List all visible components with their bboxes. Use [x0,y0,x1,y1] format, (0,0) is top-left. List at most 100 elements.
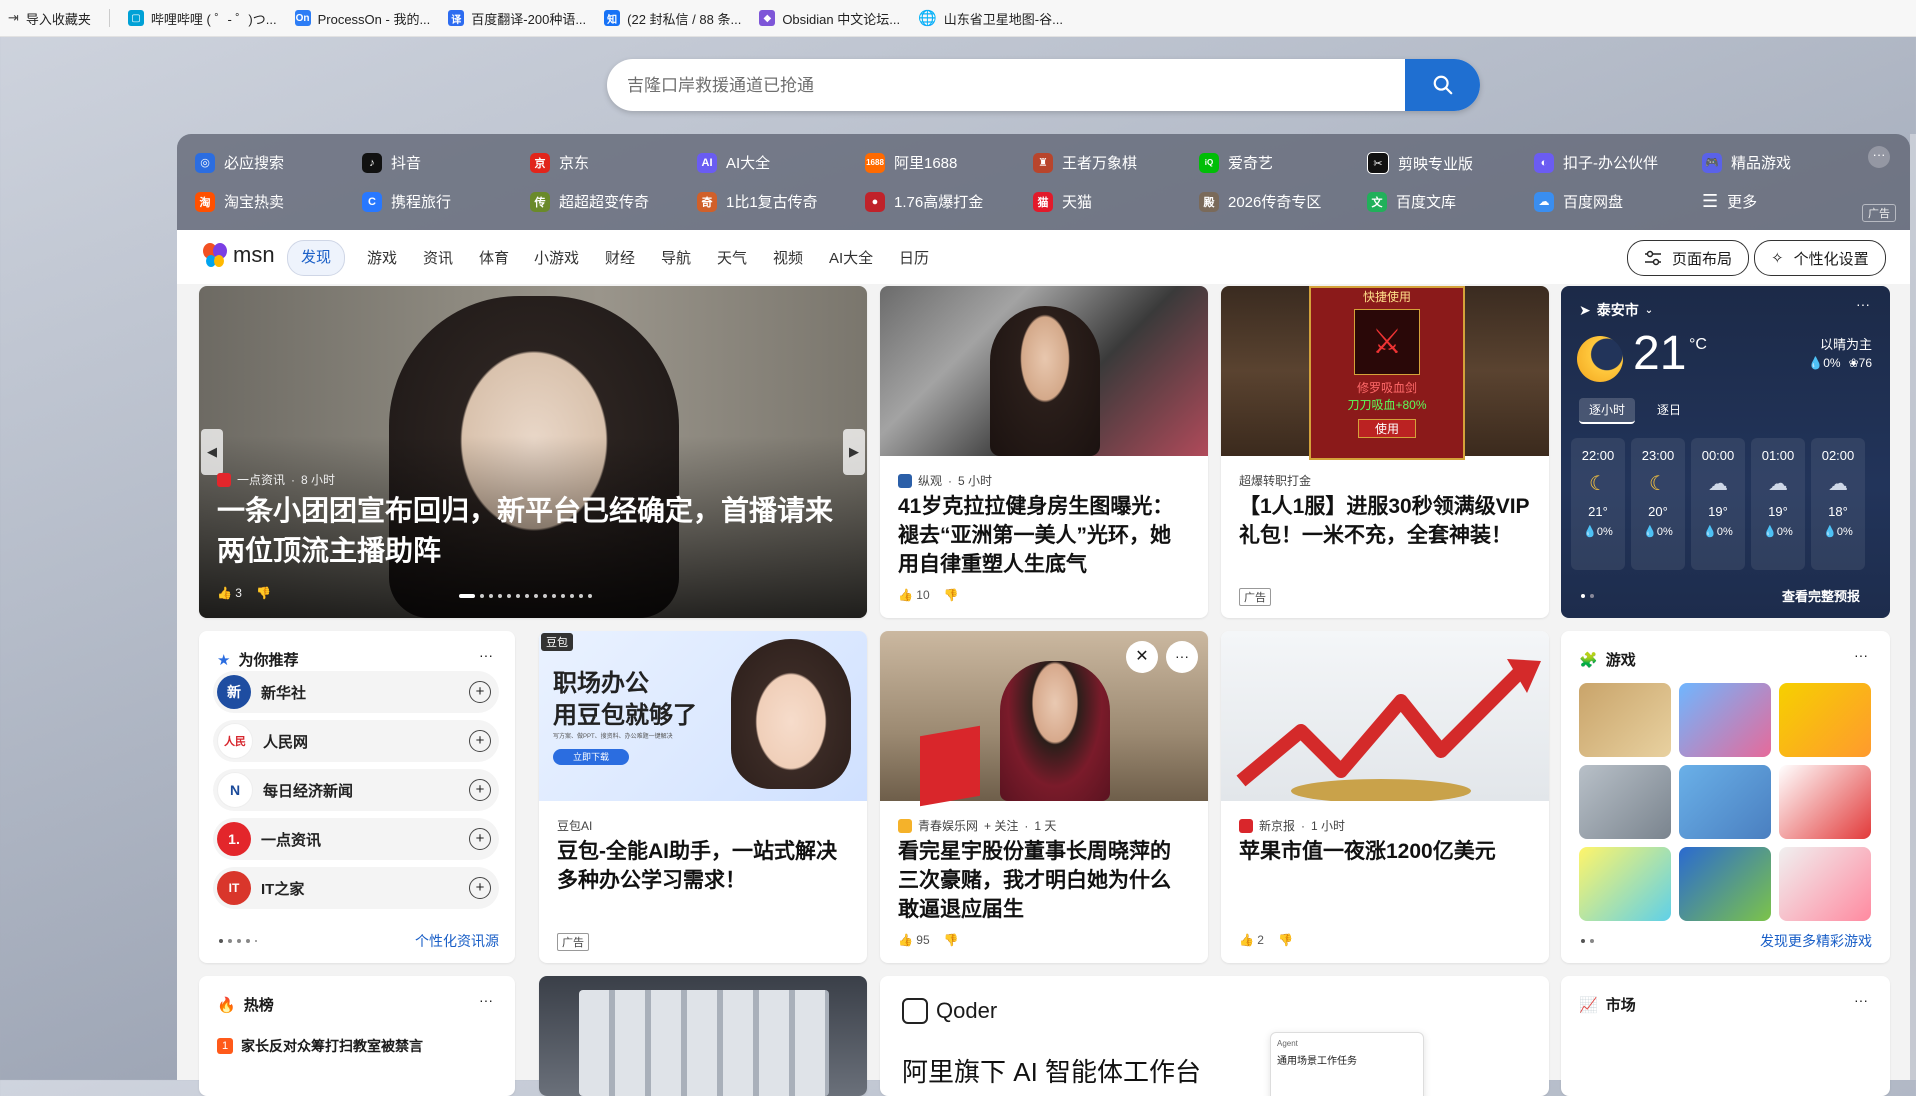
news-title[interactable]: 看完星宇股份董事长周晓萍的三次豪赌，我才明白她为什么敢逼退应届生 [898,837,1190,924]
page-layout-button[interactable]: 页面布局 [1627,240,1750,276]
like-button[interactable]: 👍 3 [217,586,242,600]
quick-link-tmall[interactable]: 猫天猫 [1033,191,1092,212]
tab-games[interactable]: 游戏 [367,247,397,268]
tab-sports[interactable]: 体育 [479,247,509,268]
games-more-button[interactable]: ··· [1854,647,1868,663]
news-card-partial[interactable] [539,976,867,1096]
quick-link-legend1[interactable]: 传超超超变传奇 [530,191,649,212]
game-tile-puzzle[interactable] [1779,683,1871,757]
tab-mini-games[interactable]: 小游戏 [534,247,579,268]
carousel-prev-button[interactable]: ◀ [201,429,223,475]
tab-video[interactable]: 视频 [773,247,803,268]
source-row-nbd[interactable]: N 每日经济新闻 + [213,769,499,811]
hot-more-button[interactable]: ··· [479,992,493,1008]
source-row-people[interactable]: 人民 人民网 + [213,720,499,762]
personalize-button[interactable]: ✧ 个性化设置 [1754,240,1886,276]
like-button[interactable]: 👍 10 [898,588,930,602]
follow-plus-button[interactable]: + [469,730,491,752]
tab-ai[interactable]: AI大全 [829,247,873,268]
tab-hourly[interactable]: 逐小时 [1579,398,1635,424]
game-tile-go[interactable] [1579,683,1671,757]
hero-title[interactable]: 一条小团团宣布回归，新平台已经确定，首播请来两位顶流主播助阵 [217,491,847,571]
doubao-ad-card[interactable]: 豆包 职场办公 用豆包就够了 写方案、做PPT、搜资料、办公难题一键解决 立即下… [539,631,867,963]
quick-link-legend3[interactable]: ● 1.76高爆打金 [865,191,983,212]
follow-plus-button[interactable]: + [469,779,491,801]
weather-location[interactable]: ➤ 泰安市 ⌄ [1579,300,1653,320]
source-row-xinhua[interactable]: 新新华社 + [213,671,499,713]
bookmark-bilibili[interactable]: ▢ 哔哩哔哩 ( ゜- ゜)つ... [127,9,277,28]
quick-link-coze[interactable]: ◐ 扣子-办公伙伴 [1534,152,1658,173]
dislike-button[interactable]: 👎 [256,586,271,600]
carousel-dot-active[interactable] [459,594,475,598]
tab-news[interactable]: 资讯 [423,247,453,268]
game-tile-toilet[interactable] [1779,847,1871,921]
news-card[interactable]: 新京报 · 1 小时 苹果市值一夜涨1200亿美元 👍 2 👎 [1221,631,1549,963]
tab-navigation[interactable]: 导航 [661,247,691,268]
hot-item[interactable]: 1 家长反对众筹打扫教室被禁言 [217,1036,423,1056]
like-button[interactable]: 👍 95 [898,933,930,947]
news-card[interactable]: 纵观 · 5 小时 41岁克拉拉健身房生图曝光：褪去“亚洲第一美人”光环，她用自律重… [880,286,1208,618]
msn-logo[interactable]: msn [201,242,275,268]
quick-link-ai[interactable]: AI AI大全 [697,152,770,173]
hero-carousel-card[interactable]: ◀ ▶ 一点资讯 · 8 小时 一条小团团宣布回归，新平台已经确定，首播请来两位顶流… [199,286,867,618]
personalize-sources-link[interactable]: 个性化资讯源 [415,931,499,951]
game-tile-party[interactable] [1679,683,1771,757]
news-card[interactable]: ✕ ··· 青春娱乐网 + 关注 · 1 天 看完星宇股份董事长周晓萍的三次豪赌，我… [880,631,1208,963]
tab-calendar[interactable]: 日历 [899,247,929,268]
news-title[interactable]: 苹果市值一夜涨1200亿美元 [1239,837,1531,866]
close-button[interactable]: ✕ [1126,641,1158,673]
quick-links-options-button[interactable]: ··· [1868,146,1890,168]
news-title[interactable]: 41岁克拉拉健身房生图曝光：褪去“亚洲第一美人”光环，她用自律重塑人生底气 [898,492,1190,579]
weather-unit[interactable]: °C [1689,336,1707,354]
quick-link-1688[interactable]: 1688 阿里1688 [865,152,957,173]
quick-link-ctrip[interactable]: C 携程旅行 [362,191,451,212]
quick-link-legend4[interactable]: 殿 2026传奇专区 [1199,191,1321,212]
bookmark-import[interactable]: ⇥ 导入收藏夹 [8,9,91,28]
game-tile-stickman[interactable] [1779,765,1871,839]
quick-link-chess[interactable]: ♜ 王者万象棋 [1033,152,1137,173]
quick-link-taobao[interactable]: 淘淘宝热卖 [195,191,284,212]
weather-card[interactable]: ➤ 泰安市 ⌄ ··· 21 °C 以晴为主 💧0% ❀76 逐小时 逐日 22… [1561,286,1890,618]
quick-link-more[interactable]: ☰ 更多 [1702,191,1757,212]
quick-link-legend2[interactable]: 奇 1比1复古传奇 [697,191,818,212]
source-row-yidian[interactable]: 1. 一点资讯 + [213,818,499,860]
quick-link-bing[interactable]: ◎ 必应搜索 [195,152,284,173]
game-tile-plants[interactable] [1679,847,1771,921]
quick-link-netdisk[interactable]: ☁ 百度网盘 [1534,191,1623,212]
bookmark-map[interactable]: 🌐 山东省卫星地图-谷... [918,9,1063,28]
more-games-link[interactable]: 发现更多精彩游戏 [1760,931,1872,951]
quick-link-iqiyi[interactable]: iQ 爱奇艺 [1199,152,1273,173]
ad-title[interactable]: 【1人1服】进服30秒领满级VIP礼包！一米不充，全套神装！ [1239,492,1531,550]
bookmark-processon[interactable]: On ProcessOn - 我的... [294,9,430,28]
search-button[interactable] [1405,59,1480,111]
ad-card[interactable]: 快捷使用 ⚔ 修罗吸血剑 刀刀吸血+80% 使用 超爆转职打金 【1人1服】进服… [1221,286,1549,618]
follow-button[interactable]: + 关注 [984,817,1018,834]
search-input[interactable] [625,59,1389,111]
tab-weather[interactable]: 天气 [717,247,747,268]
tab-discover[interactable]: 发现 [287,240,345,276]
game-tile-cartoon[interactable] [1579,847,1671,921]
game-tile-city[interactable] [1679,765,1771,839]
follow-plus-button[interactable]: + [469,828,491,850]
like-button[interactable]: 👍 2 [1239,933,1264,947]
weather-more-button[interactable]: ··· [1856,296,1870,312]
follow-plus-button[interactable]: + [469,877,491,899]
full-forecast-link[interactable]: 查看完整预报 [1782,586,1860,605]
quick-link-wenku[interactable]: 文百度文库 [1367,191,1456,212]
recommend-more-button[interactable]: ··· [479,647,493,663]
bookmark-obsidian[interactable]: ◆ Obsidian 中文论坛... [759,9,900,28]
scrollbar[interactable] [1910,134,1916,1080]
market-more-button[interactable]: ··· [1854,992,1868,1008]
quick-link-games[interactable]: 🎮 精品游戏 [1702,152,1791,173]
qoder-ad-card[interactable]: Qoder 阿里旗下 AI 智能体工作台 Agent 通用场景工作任务 [880,976,1549,1096]
quick-link-jd[interactable]: 京京东 [530,152,589,173]
tab-daily[interactable]: 逐日 [1641,398,1697,422]
dislike-button[interactable]: 👎 [944,588,959,602]
quick-link-capcut[interactable]: ✂ 剪映专业版 [1367,152,1473,174]
carousel-next-button[interactable]: ▶ [843,429,865,475]
source-row-ithome[interactable]: IT IT之家 + [213,867,499,909]
follow-plus-button[interactable]: + [469,681,491,703]
bookmark-baidu-translate[interactable]: 译 百度翻译-200种语... [448,9,586,28]
tab-finance[interactable]: 财经 [605,247,635,268]
more-options-button[interactable]: ··· [1166,641,1198,673]
